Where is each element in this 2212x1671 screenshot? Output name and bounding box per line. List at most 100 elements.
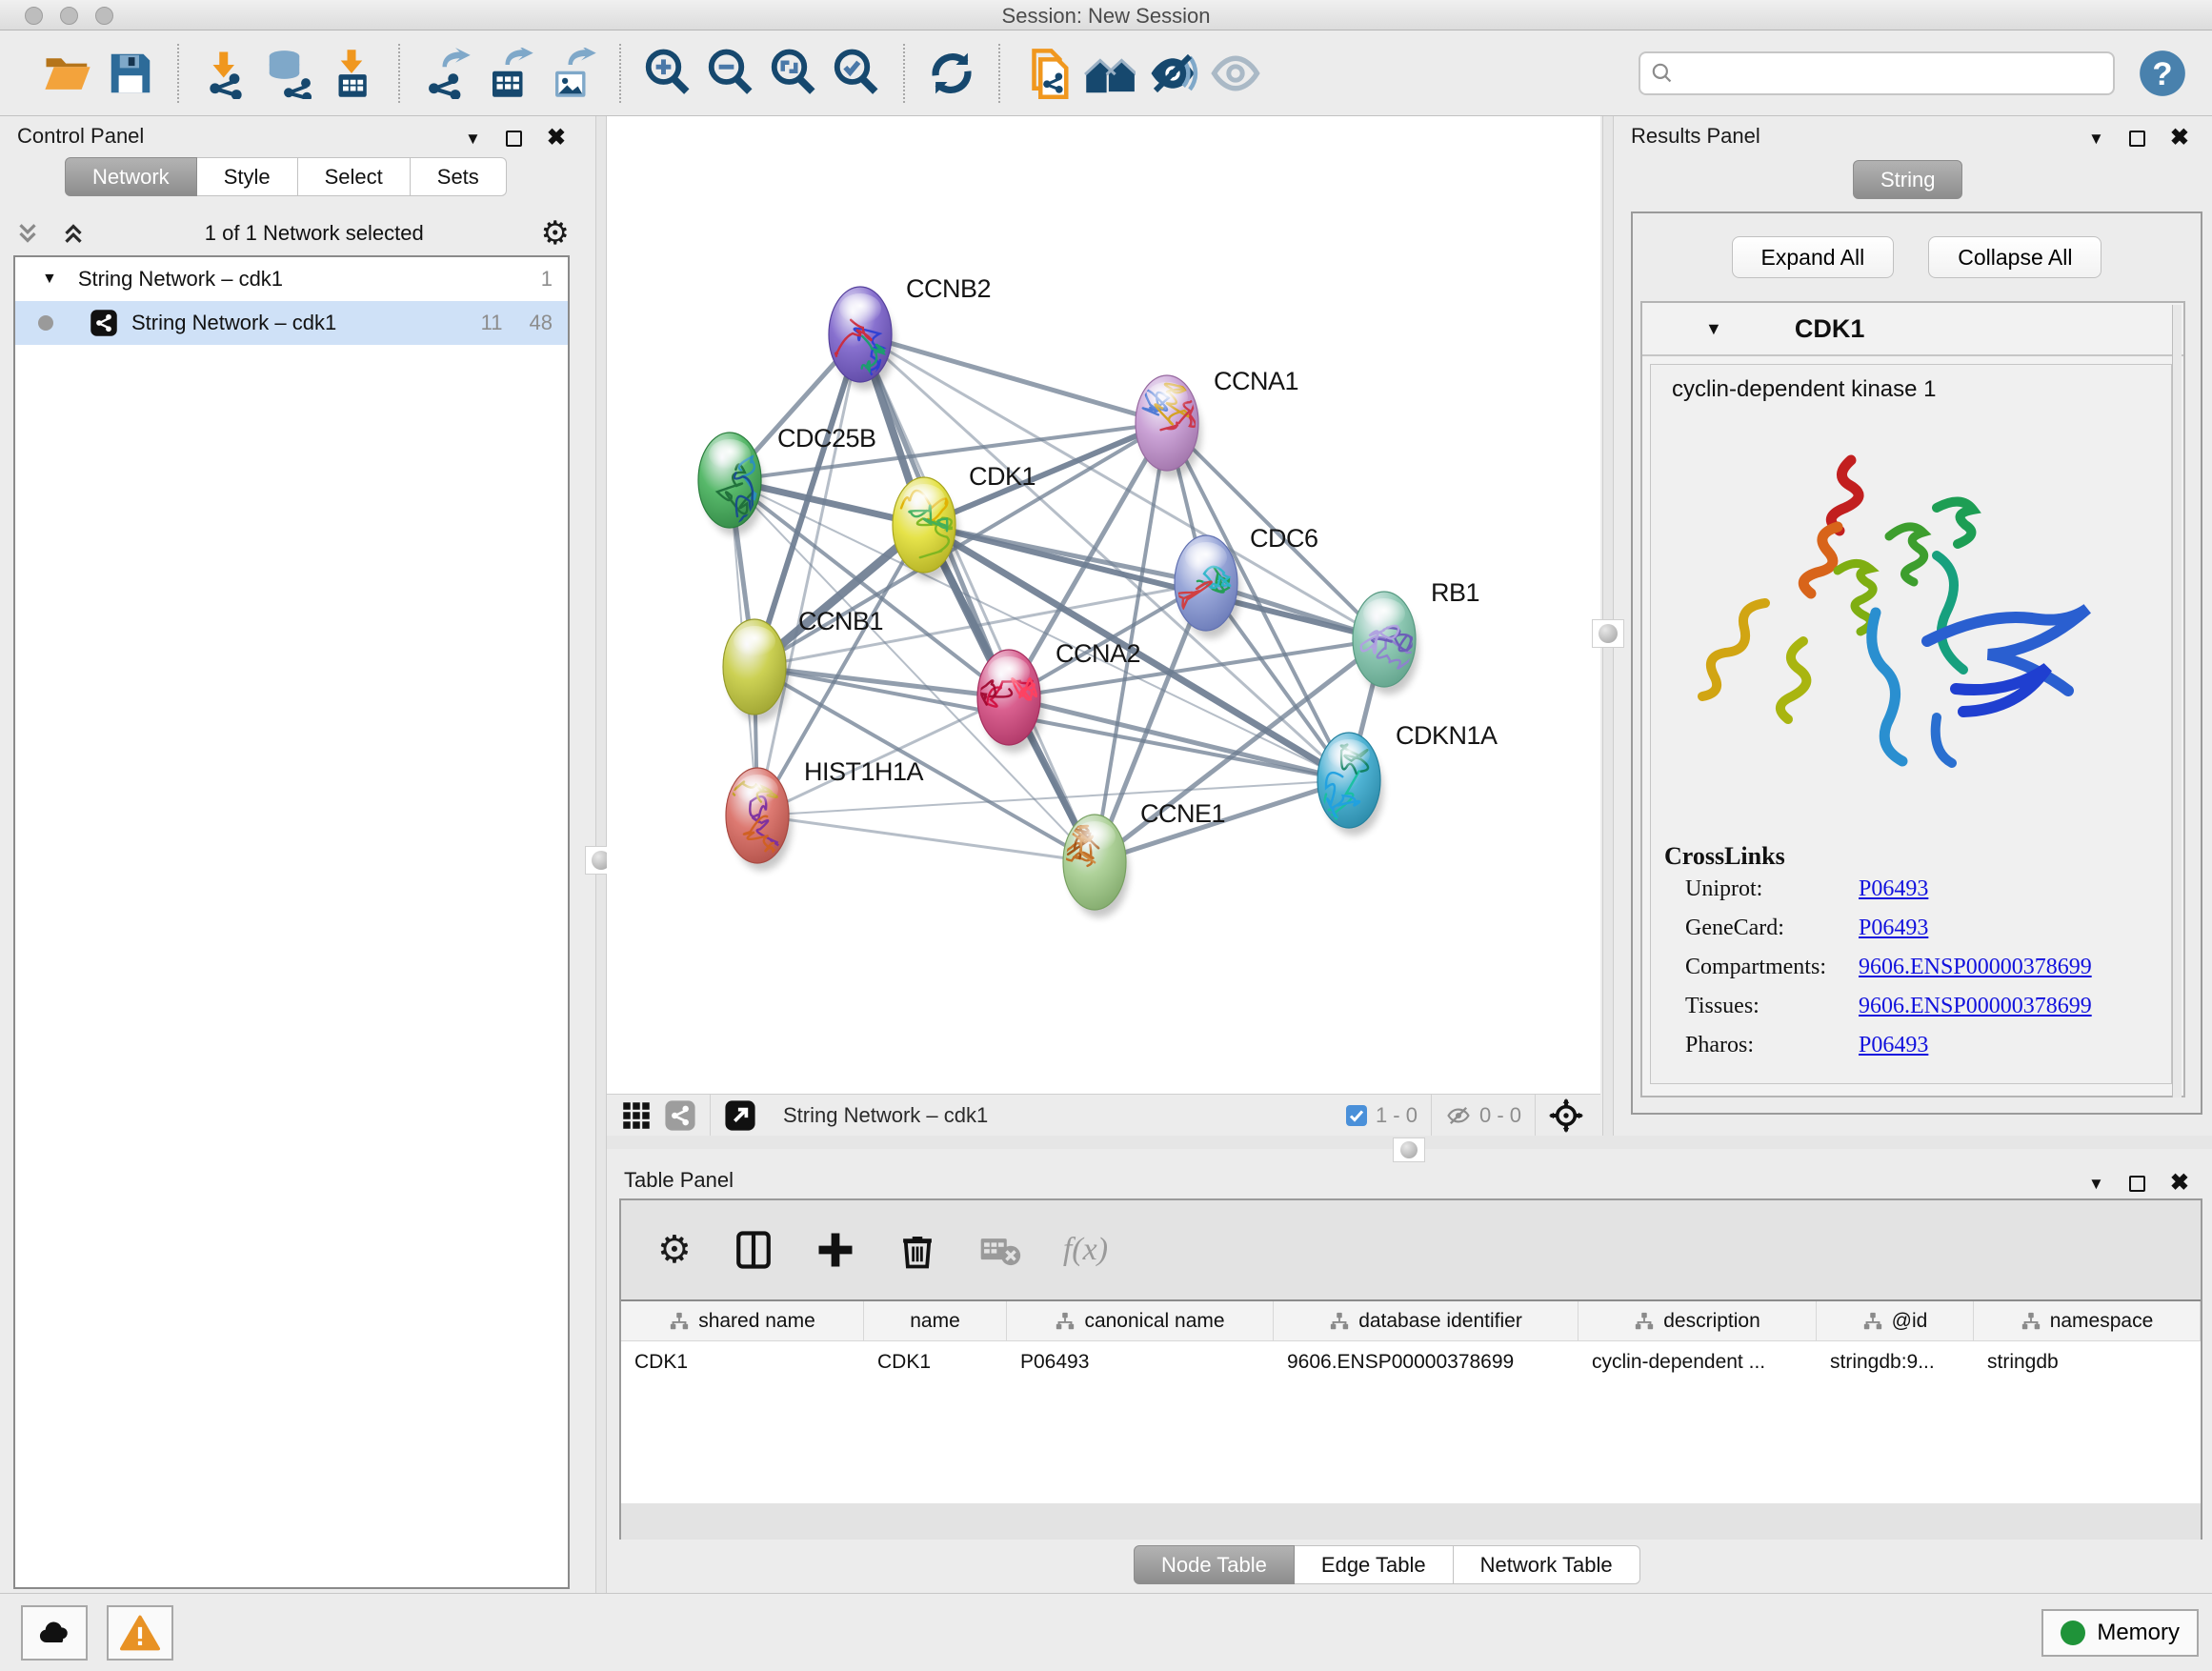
import-network-from-database-button[interactable] [257, 42, 320, 105]
protein-structure-image [1651, 403, 2172, 822]
window-title: Session: New Session [0, 4, 2212, 29]
node-label: CCNE1 [1140, 799, 1225, 828]
zoom-selected-button[interactable] [825, 42, 888, 105]
function-builder-icon[interactable]: f(x) [1063, 1232, 1108, 1268]
results-scrollbar[interactable] [2172, 305, 2182, 1097]
fit-content-button[interactable] [1549, 1098, 1583, 1133]
tab-network-table[interactable]: Network Table [1454, 1545, 1640, 1584]
network-node[interactable] [698, 433, 764, 535]
import-table-button[interactable] [320, 42, 383, 105]
tab-node-table[interactable]: Node Table [1134, 1545, 1295, 1584]
expand-all-button[interactable]: Expand All [1732, 236, 1895, 278]
network-node[interactable] [1063, 815, 1129, 917]
control-panel-maximize-button[interactable] [506, 131, 522, 147]
network-overview-button[interactable] [664, 1099, 696, 1132]
section-collapse-icon[interactable]: ▼ [1705, 319, 1722, 339]
column-header-canonical-name[interactable]: canonical name [1007, 1301, 1274, 1340]
show-columns-icon[interactable] [734, 1230, 774, 1270]
tab-string[interactable]: String [1853, 160, 1962, 199]
crosslink-link[interactable]: P06493 [1859, 876, 1928, 902]
collapse-all-button[interactable]: Collapse All [1928, 236, 2101, 278]
crosslink-link[interactable]: P06493 [1859, 916, 1928, 941]
export-image-button[interactable] [541, 42, 604, 105]
network-node[interactable] [1317, 733, 1383, 836]
search-input[interactable] [1675, 54, 2103, 92]
import-network-button[interactable] [194, 42, 257, 105]
right-splitter-handle[interactable] [1592, 619, 1624, 648]
horizontal-splitter-handle[interactable] [1393, 1137, 1425, 1162]
memory-button[interactable]: Memory [2041, 1609, 2199, 1657]
network-list-options-gear-icon[interactable]: ⚙ [541, 217, 570, 250]
collection-expand-icon[interactable]: ▼ [42, 271, 57, 288]
open-session-button[interactable] [36, 42, 99, 105]
cloud-status-button[interactable] [21, 1605, 88, 1661]
export-network-icon [421, 48, 473, 99]
zoom-in-button[interactable] [636, 42, 699, 105]
export-image-icon [547, 48, 598, 99]
export-network-button[interactable] [415, 42, 478, 105]
table-panel-float-button[interactable]: ▼ [2088, 1176, 2104, 1192]
network-node[interactable] [829, 287, 895, 390]
tab-select[interactable]: Select [298, 157, 411, 196]
memory-label: Memory [2097, 1620, 2180, 1646]
results-panel-close-button[interactable]: ✖ [2170, 127, 2189, 150]
column-header-shared-name[interactable]: shared name [621, 1301, 864, 1340]
crosslink-link[interactable]: 9606.ENSP00000378699 [1859, 994, 2092, 1019]
network-node[interactable] [1353, 592, 1418, 695]
delete-column-icon[interactable] [897, 1230, 937, 1270]
network-view-footer: String Network – cdk1 1 - 0 0 - 0 [607, 1094, 1600, 1136]
network-node[interactable] [723, 619, 789, 722]
hide-selected-button[interactable] [1141, 42, 1204, 105]
table-panel-close-button[interactable]: ✖ [2170, 1172, 2189, 1195]
table-options-gear-icon[interactable]: ⚙ [657, 1231, 692, 1269]
network-node[interactable] [726, 768, 792, 871]
column-header-database-identifier[interactable]: database identifier [1274, 1301, 1579, 1340]
column-header--id[interactable]: @id [1817, 1301, 1974, 1340]
network-edge [860, 334, 1167, 423]
table-panel-maximize-button[interactable] [2129, 1176, 2145, 1192]
warning-status-button[interactable] [107, 1605, 173, 1661]
table-row[interactable]: CDK1CDK1P064939606.ENSP00000378699cyclin… [621, 1341, 2201, 1383]
collapse-all-icon[interactable] [13, 219, 42, 248]
first-neighbors-button[interactable] [1078, 42, 1141, 105]
duplicate-network-button[interactable] [1016, 42, 1078, 105]
save-session-button[interactable] [99, 42, 162, 105]
results-panel-maximize-button[interactable] [2129, 131, 2145, 147]
show-all-button[interactable] [1204, 42, 1267, 105]
column-header-name[interactable]: name [864, 1301, 1007, 1340]
results-panel-float-button[interactable]: ▼ [2088, 131, 2104, 147]
control-panel-float-button[interactable]: ▼ [465, 131, 481, 147]
export-table-button[interactable] [478, 42, 541, 105]
delete-table-icon[interactable] [979, 1229, 1021, 1271]
zoom-out-button[interactable] [699, 42, 762, 105]
expand-all-icon[interactable] [59, 219, 88, 248]
network-collection-row[interactable]: ▼ String Network – cdk1 1 [15, 257, 568, 301]
zoom-fit-button[interactable] [762, 42, 825, 105]
detach-view-button[interactable] [724, 1099, 756, 1132]
control-panel-close-button[interactable]: ✖ [547, 127, 566, 150]
table-toolbar: ⚙ f(x) [621, 1200, 2201, 1299]
column-header-description[interactable]: description [1579, 1301, 1817, 1340]
network-edge [757, 697, 1009, 815]
crosslink-link[interactable]: 9606.ENSP00000378699 [1859, 955, 2092, 980]
column-header-namespace[interactable]: namespace [1974, 1301, 2201, 1340]
network-node[interactable] [977, 650, 1043, 753]
birds-eye-grid-button[interactable] [622, 1101, 651, 1130]
tab-edge-table[interactable]: Edge Table [1295, 1545, 1454, 1584]
network-canvas[interactable]: CCNB2CCNA1CDC25BCDK1CDC6RB1CCNB1CCNA2CDK… [607, 116, 1600, 1094]
network-row[interactable]: String Network – cdk1 11 48 [15, 301, 568, 345]
tab-network[interactable]: Network [65, 157, 197, 196]
tab-style[interactable]: Style [197, 157, 298, 196]
crosshair-icon [1549, 1098, 1583, 1133]
cloud-icon [35, 1614, 73, 1652]
network-view[interactable]: CCNB2CCNA1CDC25BCDK1CDC6RB1CCNB1CCNA2CDK… [607, 116, 1600, 1094]
crosslink-link[interactable]: P06493 [1859, 1033, 1928, 1058]
selected-checkbox-icon[interactable] [1345, 1104, 1368, 1127]
tab-sets[interactable]: Sets [411, 157, 507, 196]
add-column-icon[interactable] [815, 1230, 855, 1270]
search-box [1639, 51, 2115, 95]
refresh-button[interactable] [920, 42, 983, 105]
help-button[interactable]: ? [2138, 49, 2187, 98]
footer-separator [1431, 1095, 1432, 1137]
node-section-header[interactable]: ▼ CDK1 [1642, 303, 2183, 356]
